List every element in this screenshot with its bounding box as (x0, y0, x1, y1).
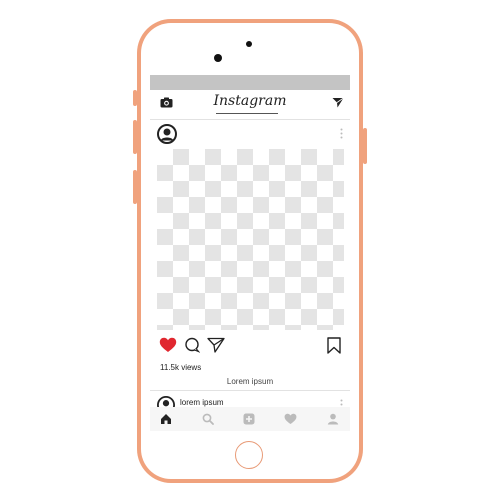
mute-switch (133, 90, 137, 106)
profile-icon[interactable] (327, 413, 339, 425)
search-icon[interactable] (202, 413, 214, 425)
app-title: Instagram (213, 93, 287, 109)
home-button[interactable] (235, 441, 263, 469)
user-avatar-icon[interactable] (157, 124, 177, 144)
volume-up-button (133, 120, 137, 154)
bottom-nav (150, 407, 350, 431)
add-icon[interactable] (243, 413, 255, 425)
app-header: Instagram (150, 90, 350, 116)
view-count: 11.5k views (160, 363, 202, 372)
post-actions (150, 337, 350, 357)
volume-down-button (133, 170, 137, 204)
next-post-username[interactable]: lorem ipsum (180, 398, 224, 407)
power-button (363, 128, 367, 164)
heart-icon[interactable] (284, 413, 297, 425)
post-caption: Lorem ipsum (226, 377, 274, 386)
front-camera (214, 54, 222, 62)
post-header (150, 121, 350, 147)
screen: Instagram 11.5k views Lorem ipsum lorem … (150, 75, 350, 431)
header-divider (150, 119, 350, 120)
home-icon[interactable] (160, 413, 172, 425)
bookmark-icon[interactable] (327, 337, 341, 354)
send-icon[interactable] (332, 97, 344, 108)
post-divider (150, 390, 350, 391)
speaker-dot (246, 41, 252, 47)
comment-icon[interactable] (184, 337, 200, 353)
heart-filled-icon[interactable] (159, 337, 177, 353)
status-bar (150, 75, 350, 90)
post-image-placeholder[interactable] (157, 149, 344, 330)
more-vertical-icon[interactable] (340, 128, 343, 139)
send-icon[interactable] (207, 337, 225, 353)
title-underline (216, 113, 278, 114)
